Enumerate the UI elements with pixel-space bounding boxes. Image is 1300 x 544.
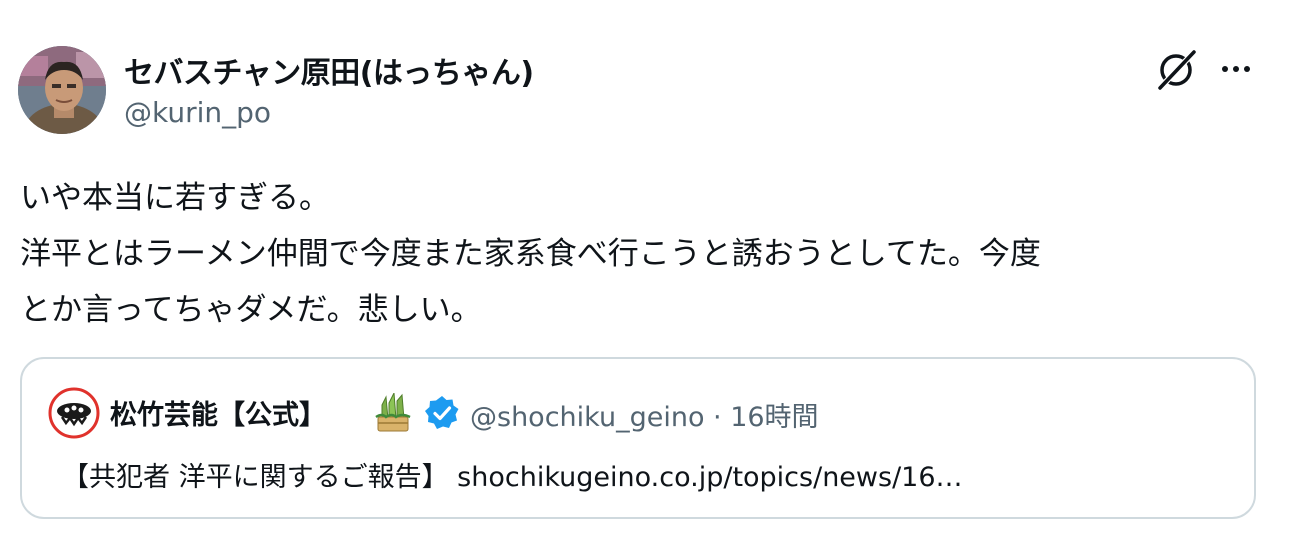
tweet-text: いや本当に若すぎる。 洋平とはラーメン仲間で今度また家系食べ行こうと誘おうとして…: [20, 170, 1280, 338]
verified-badge-icon: [425, 396, 459, 429]
quoted-author-name[interactable]: 松竹芸能【公式】: [110, 393, 326, 432]
more-icon[interactable]: [1218, 56, 1254, 82]
tweet: セバスチャン原田(はっちゃん) @kurin_po いや本当に若すぎる。 洋平と…: [0, 0, 1300, 544]
author-name[interactable]: セバスチャン原田(はっちゃん): [124, 48, 534, 92]
tweet-text-line: とか言ってちゃダメだ。悲しい。: [20, 292, 482, 328]
quoted-author-handle[interactable]: @shochiku_geino · 16時間: [470, 395, 819, 434]
quoted-tweet-text: 【共犯者 洋平に関するご報告】 shochikugeino.co.jp/topi…: [62, 462, 963, 493]
avatar[interactable]: [18, 46, 106, 134]
author-handle[interactable]: @kurin_po: [124, 96, 271, 129]
kadomatsu-icon: [375, 393, 411, 432]
shochiku-logo[interactable]: [48, 387, 100, 439]
tweet-text-line: いや本当に若すぎる。: [20, 180, 330, 216]
grok-icon[interactable]: [1154, 48, 1198, 92]
avatar-photo: [18, 46, 106, 134]
quoted-tweet[interactable]: 松竹芸能【公式】 @shochiku_geino · 16時間 【共犯者 洋平に…: [20, 357, 1256, 519]
tweet-text-line: 洋平とはラーメン仲間で今度また家系食べ行こうと誘おうとしてた。今度: [20, 236, 1041, 272]
